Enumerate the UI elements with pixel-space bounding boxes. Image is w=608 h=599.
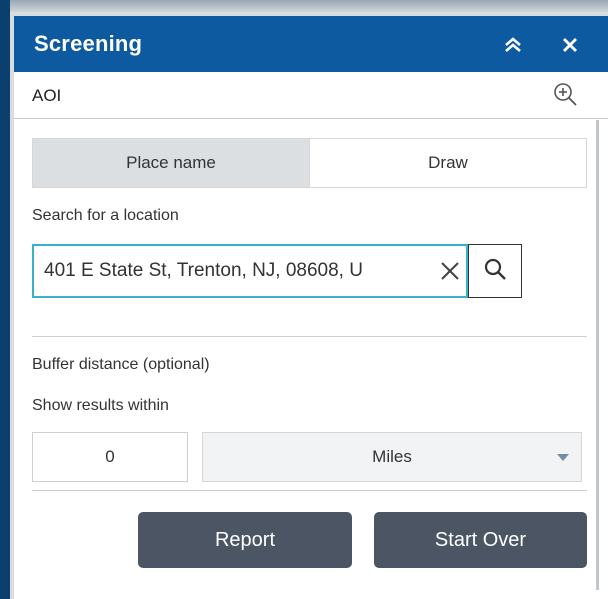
report-button[interactable]: Report: [138, 512, 352, 568]
unit-select[interactable]: Miles: [202, 432, 582, 482]
show-results-within-label: Show results within: [32, 397, 169, 414]
dropdown-caret-icon: [557, 454, 569, 461]
buffer-distance-label: Buffer distance (optional): [32, 356, 210, 373]
tab-draw[interactable]: Draw: [309, 139, 586, 187]
panel-title: Screening: [34, 31, 143, 56]
search-input[interactable]: 401 E State St, Trenton, NJ, 08608, U: [32, 244, 468, 298]
start-over-button[interactable]: Start Over: [374, 512, 587, 568]
divider: [32, 490, 587, 491]
aoi-method-tabs: Place name Draw: [32, 138, 587, 188]
distance-input[interactable]: 0: [32, 432, 188, 482]
search-input-value[interactable]: 401 E State St, Trenton, NJ, 08608, U: [44, 260, 434, 282]
right-edge: [596, 120, 599, 590]
screening-panel: Screening AOI Place name Draw Search for…: [14, 16, 608, 599]
zoom-in-icon[interactable]: [552, 81, 578, 107]
aoi-row: AOI: [14, 72, 608, 119]
tab-place-name[interactable]: Place name: [33, 139, 309, 187]
aoi-label: AOI: [32, 86, 62, 105]
close-icon[interactable]: [559, 34, 581, 56]
clear-icon[interactable]: [438, 259, 462, 283]
unit-select-value: Miles: [372, 447, 412, 466]
divider: [32, 336, 587, 337]
backdrop-left: [0, 0, 10, 599]
search-button[interactable]: [468, 244, 522, 298]
backdrop-top: [0, 0, 608, 12]
panel-header: Screening: [14, 16, 608, 72]
search-label: Search for a location: [32, 207, 179, 224]
search-icon: [483, 257, 507, 286]
double-chevron-up-icon[interactable]: [502, 34, 524, 56]
